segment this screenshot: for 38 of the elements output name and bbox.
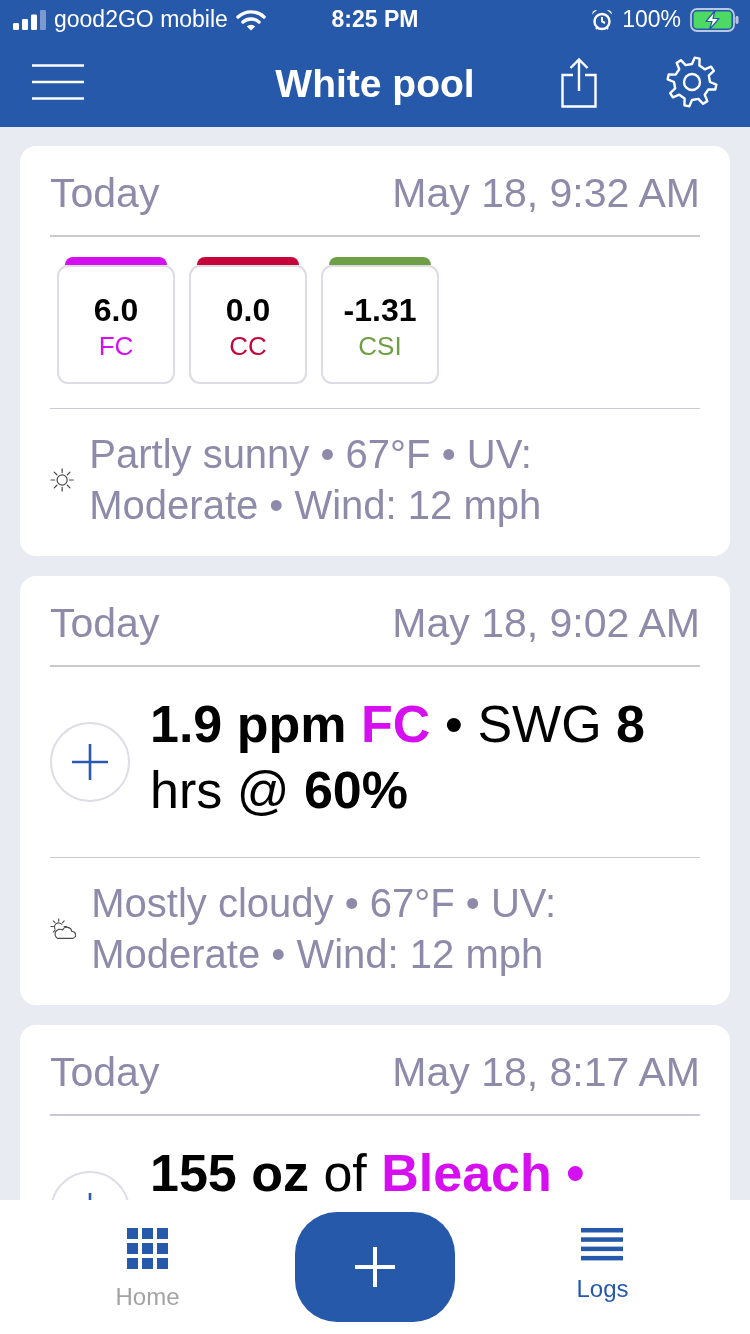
screen-title: White pool	[275, 61, 475, 106]
entry-day: Today	[50, 598, 160, 649]
battery-percent: 100%	[622, 6, 681, 34]
reading-value: 0.0	[225, 290, 271, 329]
carrier-name: good2GO mobile	[54, 6, 228, 34]
log-entry-text: 155 oz of Bleach •	[150, 1142, 586, 1200]
list-icon	[581, 1228, 624, 1261]
menu-icon	[32, 64, 84, 101]
log-card[interactable]: Today May 18, 8:17 AM 155 oz of Bleach •	[20, 1025, 730, 1200]
plus-icon	[72, 743, 108, 780]
reading-label: CSI	[358, 329, 402, 363]
weather-summary: Partly sunny • 67°F • UV: Moderate • Wind: 12 mph	[89, 431, 543, 530]
entry-day: Today	[50, 1047, 160, 1098]
wifi-icon	[235, 8, 266, 31]
circle-plus-button[interactable]	[50, 721, 130, 802]
log-card[interactable]: Today May 18, 9:32 AM 6.0 FC 0.0 CC -1.31 CSI Partly sunny • 67°F • UV: Moderate • Wind: 12 mph	[20, 146, 730, 557]
entry-timestamp: May 18, 9:02 AM	[392, 599, 700, 649]
alarm-clock-icon	[591, 8, 614, 31]
status-time: 8:25 PM	[331, 6, 419, 34]
log-card[interactable]: Today May 18, 9:02 AM 1.9 ppm FC • SWG 8 hrs @ 60% Mostly cloudy • 67°F • UV: Moderate • Wind: 12 mph	[20, 576, 730, 1006]
nav-tab[interactable]: Logs	[576, 1228, 629, 1303]
log-entry-text: 1.9 ppm FC • SWG 8 hrs @ 60%	[150, 693, 646, 821]
share-icon	[561, 56, 597, 108]
battery-charging-icon	[690, 7, 739, 32]
entry-day: Today	[50, 168, 160, 219]
settings-icon	[666, 56, 718, 109]
entry-timestamp: May 18, 9:32 AM	[392, 169, 700, 219]
plus-icon	[355, 1247, 395, 1287]
share-button[interactable]	[561, 56, 597, 111]
weather-summary: Mostly cloudy • 67°F • UV: Moderate • Wind: 12 mph	[91, 880, 558, 979]
entry-timestamp: May 18, 8:17 AM	[392, 1048, 700, 1098]
add-button[interactable]	[295, 1212, 455, 1322]
reading-label: FC	[98, 329, 134, 363]
reading-value: -1.31	[343, 290, 417, 329]
reading-label: CC	[229, 329, 267, 363]
reading-value: 6.0	[93, 290, 139, 329]
grid-icon	[127, 1228, 168, 1269]
signal-icon	[13, 9, 46, 30]
